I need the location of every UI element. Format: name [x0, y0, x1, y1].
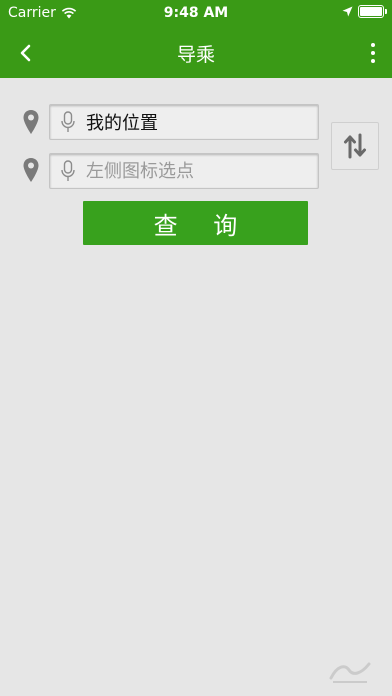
location-arrow-icon: [342, 6, 353, 17]
battery-icon: [358, 5, 387, 18]
origin-input[interactable]: [86, 107, 306, 137]
watermark-icon: [329, 662, 371, 683]
more-vertical-icon[interactable]: [366, 40, 380, 66]
page-title: 导乘: [176, 44, 215, 66]
status-right: [342, 5, 387, 18]
origin-field[interactable]: [49, 104, 319, 140]
destination-input[interactable]: [86, 156, 306, 186]
destination-microphone-icon[interactable]: [60, 160, 76, 182]
status-time: 9:48 AM: [163, 5, 229, 21]
status-bar: Carrier 9:48 AM: [0, 0, 392, 28]
swap-button[interactable]: [331, 122, 379, 170]
origin-microphone-icon[interactable]: [60, 111, 76, 133]
destination-pin-icon[interactable]: [22, 157, 40, 183]
destination-field[interactable]: [49, 153, 319, 189]
query-button[interactable]: 查 询: [83, 201, 308, 245]
swap-vertical-icon: [344, 133, 366, 159]
origin-pin-icon[interactable]: [22, 109, 40, 135]
nav-bar: 导乘: [0, 28, 392, 78]
